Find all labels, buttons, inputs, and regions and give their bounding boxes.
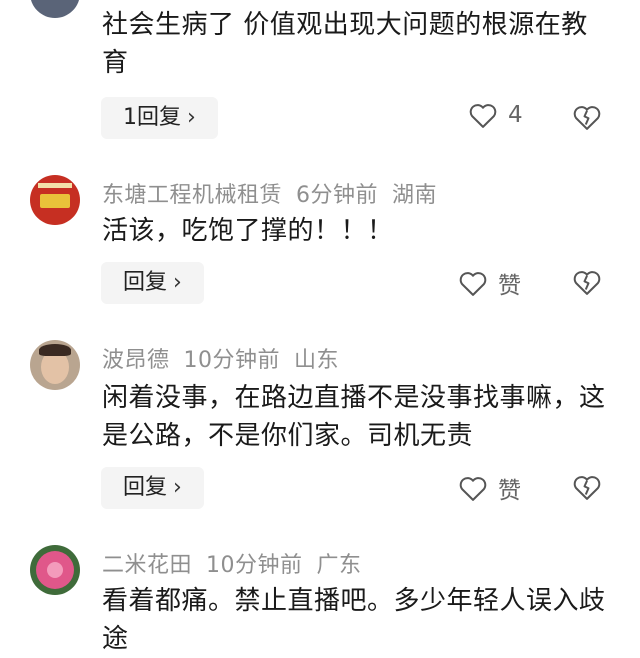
avatar[interactable]	[30, 175, 80, 225]
avatar[interactable]	[30, 340, 80, 390]
broken-heart-icon[interactable]	[572, 267, 602, 297]
avatar-flower-center	[47, 562, 63, 578]
comment-text: 看着都痛。禁止直播吧。多少年轻人误入歧途	[102, 586, 606, 654]
like-button[interactable]: 赞	[458, 471, 521, 505]
comment-text: 活该，吃饱了撑的！！！	[102, 216, 394, 246]
username[interactable]: 二米花田	[102, 553, 192, 578]
like-count: 4	[508, 102, 523, 128]
avatar[interactable]	[30, 0, 80, 18]
avatar-logo-text	[38, 183, 72, 188]
like-button[interactable]: 赞	[458, 266, 521, 300]
reply-label: 回复	[123, 270, 168, 295]
timestamp: 6分钟前	[296, 183, 379, 208]
reply-button[interactable]: 回复 ›	[101, 262, 204, 304]
reply-button[interactable]: 回复 ›	[101, 467, 204, 509]
location: 山东	[294, 348, 340, 373]
heart-icon	[459, 272, 487, 296]
chevron-right-icon: ›	[173, 270, 182, 295]
like-button[interactable]: 4	[468, 101, 523, 129]
comment-meta: 二米花田 10分钟前 广东	[102, 547, 376, 579]
heart-icon	[469, 104, 497, 128]
reply-label: 1回复	[123, 105, 181, 130]
username[interactable]: 波昂德	[102, 348, 170, 373]
timestamp: 10分钟前	[206, 553, 303, 578]
broken-heart-icon[interactable]	[572, 102, 602, 132]
location: 湖南	[392, 183, 438, 208]
chevron-right-icon: ›	[187, 105, 196, 130]
heart-icon	[459, 477, 487, 501]
broken-heart-icon[interactable]	[572, 472, 602, 502]
avatar[interactable]	[30, 545, 80, 595]
reply-button[interactable]: 1回复 ›	[101, 97, 218, 139]
timestamp: 10分钟前	[183, 348, 281, 373]
chevron-right-icon: ›	[173, 475, 182, 500]
like-label: 赞	[498, 273, 521, 299]
username[interactable]: 东塘工程机械租赁	[102, 183, 282, 208]
comment-text: 社会生病了 价值观出现大问题的根源在教育	[102, 10, 588, 78]
like-label: 赞	[498, 478, 521, 504]
comment-text: 闲着没事，在路边直播不是没事找事嘛，这是公路，不是你们家。司机无责	[102, 383, 606, 451]
comment-meta: 波昂德 10分钟前 山东	[102, 342, 353, 374]
reply-label: 回复	[123, 475, 168, 500]
location: 广东	[316, 553, 362, 578]
avatar-hair	[39, 344, 71, 356]
avatar-logo	[40, 194, 70, 208]
comment-meta: 东塘工程机械租赁 6分钟前 湖南	[102, 177, 451, 209]
